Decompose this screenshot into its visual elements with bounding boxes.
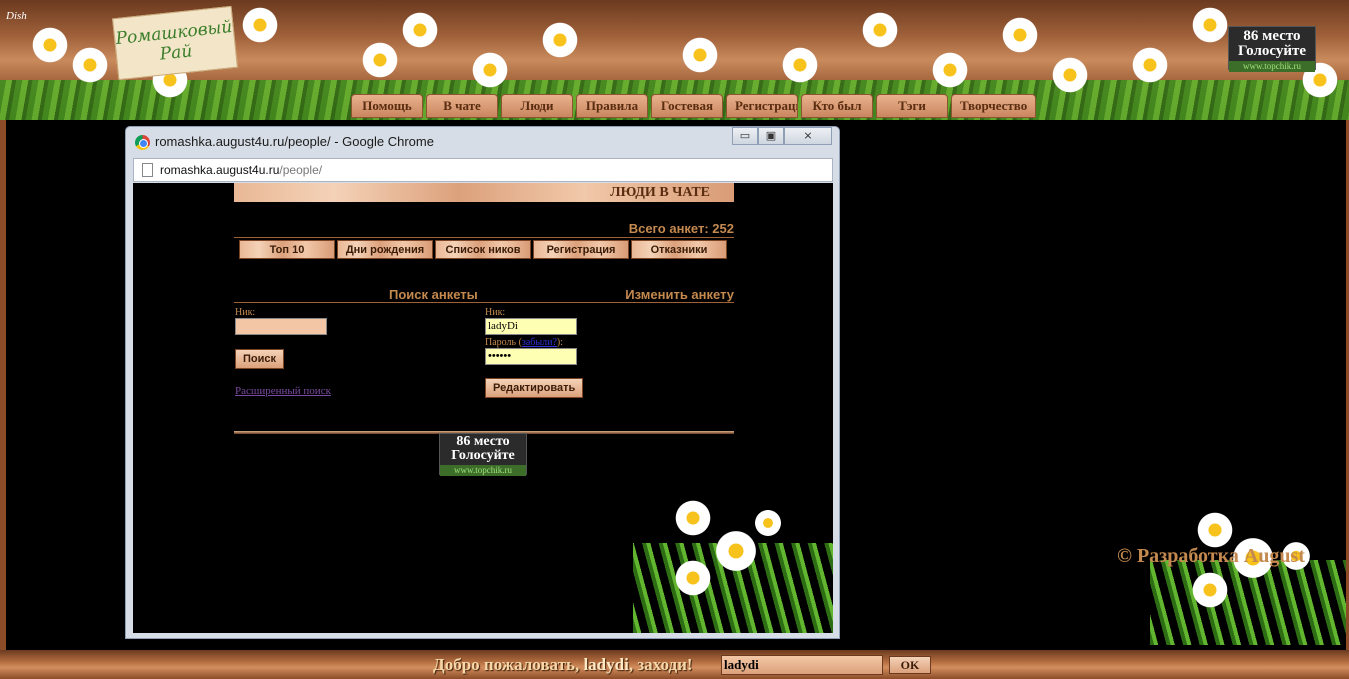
daisy-decoration xyxy=(30,25,70,65)
daisy-decoration xyxy=(470,50,510,90)
main-nav: Помощь В чате Люди Правила Гостевая Реги… xyxy=(351,94,1037,118)
edit-form: Ник: ladyDi Пароль (забыли?): •••••• Ред… xyxy=(485,307,584,398)
daisy-decoration xyxy=(400,10,440,50)
daisy-decoration xyxy=(70,45,110,85)
welcome-username: ladydi xyxy=(583,655,629,674)
tab-nick-list[interactable]: Список ников xyxy=(435,240,531,259)
daisy-decoration xyxy=(1050,55,1090,95)
corner-signature: Dish xyxy=(6,10,27,22)
welcome-prefix: Добро пожаловать, xyxy=(433,655,584,674)
nav-guestbook[interactable]: Гостевая xyxy=(651,94,723,118)
edit-nick-label: Ник: xyxy=(485,307,506,318)
password-label-prefix: Пароль ( xyxy=(485,337,522,348)
daisy-decoration xyxy=(860,10,900,50)
daisy-decoration xyxy=(1195,510,1235,550)
nav-rules[interactable]: Правила xyxy=(576,94,648,118)
nav-tags[interactable]: Тэги xyxy=(876,94,948,118)
wood-frame-left xyxy=(0,120,6,655)
chrome-icon xyxy=(135,135,150,150)
nav-creativity[interactable]: Творчество xyxy=(951,94,1037,118)
tab-refusers[interactable]: Отказники xyxy=(631,240,727,259)
search-heading: Поиск анкеты xyxy=(389,287,478,302)
address-bar[interactable]: romashka.august4u.ru/people/ xyxy=(133,158,833,182)
url-path: /people/ xyxy=(279,163,323,177)
daisy-decoration xyxy=(673,498,713,538)
password-input[interactable]: •••••• xyxy=(485,348,577,365)
tab-registration[interactable]: Регистрация xyxy=(533,240,629,259)
welcome-message: Добро пожаловать, ladydi, заходи! xyxy=(433,655,693,675)
chrome-popup-window[interactable]: romashka.august4u.ru/people/ - Google Ch… xyxy=(125,126,840,639)
tab-top10[interactable]: Топ 10 xyxy=(239,240,335,259)
topchik-rating-badge[interactable]: 86 место Голосуйте www.topchik.ru xyxy=(439,433,527,476)
daisy-decoration xyxy=(1000,15,1040,55)
topchik-place: 86 место xyxy=(1243,28,1301,44)
daisy-decoration xyxy=(930,50,970,90)
daisy-decoration xyxy=(1190,570,1230,610)
nav-registration[interactable]: Регистрация xyxy=(726,94,798,118)
search-nick-label: Ник: xyxy=(235,307,256,318)
daisy-decoration xyxy=(240,5,280,45)
page-icon xyxy=(142,163,153,177)
advanced-search-link[interactable]: Расширенный поиск xyxy=(235,385,331,397)
people-header: ЛЮДИ В ЧАТЕ xyxy=(234,183,734,202)
topchik-url: www.topchik.ru xyxy=(1229,61,1315,72)
search-form: Ник: Поиск Расширенный поиск xyxy=(235,307,331,399)
daisy-decoration xyxy=(1130,45,1170,85)
maximize-button[interactable]: ▣ xyxy=(758,127,784,145)
ok-button[interactable]: OK xyxy=(889,656,931,674)
topchik-vote: Голосуйте xyxy=(1237,43,1307,59)
topchik-vote: Голосуйте xyxy=(451,448,515,463)
edit-button[interactable]: Редактировать xyxy=(485,378,584,398)
site-header: Dish Ромашковый Рай 86 место Голосуйте w… xyxy=(0,0,1349,120)
page-viewport: ЛЮДИ В ЧАТЕ Всего анкет: 252 Топ 10 Дни … xyxy=(133,183,833,633)
password-label-suffix: ): xyxy=(556,337,564,348)
copyright: © Разработка August xyxy=(1117,545,1305,567)
login-nick-input[interactable]: ladydi xyxy=(721,655,883,675)
password-label: Пароль (забыли?): xyxy=(485,337,583,348)
nav-in-chat[interactable]: В чате xyxy=(426,94,498,118)
daisy-decoration xyxy=(713,528,759,574)
site-logo[interactable]: Ромашковый Рай xyxy=(112,5,238,81)
daisy-decoration xyxy=(753,508,783,538)
minimize-button[interactable]: ▭ xyxy=(732,127,758,145)
url-host: romashka.august4u.ru xyxy=(160,163,280,177)
total-profiles: Всего анкет: 252 xyxy=(234,221,734,238)
daisy-decoration xyxy=(540,20,580,60)
daisy-decoration xyxy=(360,40,400,80)
daisy-decoration xyxy=(1190,5,1230,45)
nav-help[interactable]: Помощь xyxy=(351,94,423,118)
edit-heading: Изменить анкету xyxy=(625,287,734,302)
topchik-rating-badge[interactable]: 86 место Голосуйте www.topchik.ru xyxy=(1228,26,1316,72)
close-button[interactable]: ⨯ xyxy=(784,127,832,145)
daisy-decoration xyxy=(780,45,820,85)
forgot-password-link[interactable]: забыли? xyxy=(522,337,557,348)
edit-nick-input[interactable]: ladyDi xyxy=(485,318,577,335)
people-page: ЛЮДИ В ЧАТЕ Всего анкет: 252 Топ 10 Дни … xyxy=(234,183,734,434)
daisy-decoration xyxy=(673,558,713,598)
footer-bar: Добро пожаловать, ladydi, заходи! ladydi… xyxy=(0,650,1349,679)
window-title: romashka.august4u.ru/people/ - Google Ch… xyxy=(155,134,434,149)
topchik-place: 86 место xyxy=(456,434,510,449)
search-nick-input[interactable] xyxy=(235,318,327,335)
nav-who-was[interactable]: Кто был xyxy=(801,94,873,118)
search-button[interactable]: Поиск xyxy=(235,349,285,369)
forms-area: Ник: Поиск Расширенный поиск Ник: ladyDi… xyxy=(234,303,734,431)
tab-birthdays[interactable]: Дни рождения xyxy=(337,240,433,259)
welcome-suffix: , заходи! xyxy=(628,655,693,674)
section-headings: Поиск анкеты Изменить анкету xyxy=(234,287,734,303)
people-tabs: Топ 10 Дни рождения Список ников Регистр… xyxy=(239,240,734,259)
topchik-url: www.topchik.ru xyxy=(440,465,526,476)
daisy-decoration xyxy=(680,35,720,75)
nav-people[interactable]: Люди xyxy=(501,94,573,118)
